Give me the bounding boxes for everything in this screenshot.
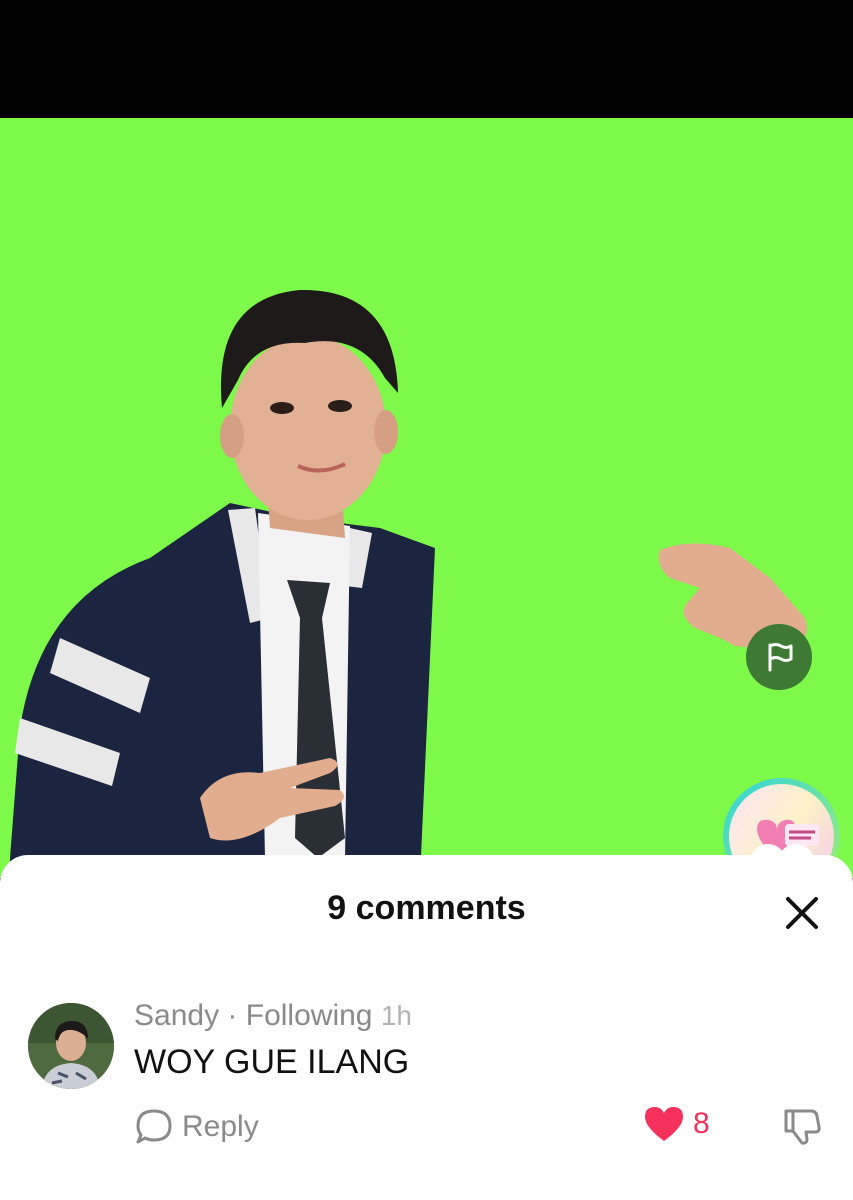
close-icon[interactable] — [782, 893, 822, 933]
status-bar — [0, 0, 853, 118]
avatar[interactable] — [28, 1003, 114, 1089]
like-count: 8 — [693, 1107, 710, 1140]
comment-time: 1h — [380, 1000, 412, 1031]
video-frame-person — [10, 289, 808, 878]
reply-label: Reply — [182, 1110, 259, 1143]
comment-text: WOY GUE ILANG — [134, 1043, 410, 1081]
comment-meta: Sandy · Following 1h — [134, 999, 412, 1033]
dislike-icon[interactable] — [780, 1105, 822, 1147]
comments-sheet: 9 comments Sandy · Following 1h WOY GUE … — [0, 855, 853, 1200]
following-label: Following — [245, 999, 373, 1032]
comments-count-title: 9 comments — [327, 889, 526, 927]
commenter-photo — [28, 1003, 114, 1089]
comment-author[interactable]: Sandy — [134, 999, 219, 1032]
reply-button[interactable]: Reply — [134, 1107, 259, 1147]
heart-icon — [645, 1107, 683, 1141]
video-player[interactable] — [0, 118, 853, 878]
meta-separator: · — [219, 999, 246, 1032]
reply-icon — [136, 1109, 172, 1144]
flag-icon — [768, 643, 793, 672]
report-button[interactable] — [746, 624, 812, 690]
like-button[interactable]: 8 — [643, 1105, 710, 1143]
